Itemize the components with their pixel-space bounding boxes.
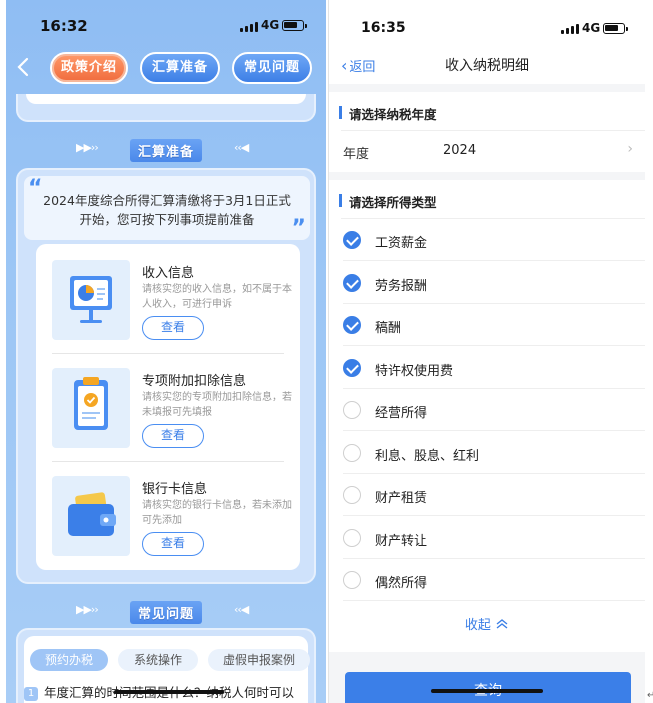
prep-item-name: 银行卡信息 xyxy=(142,482,208,497)
year-selector[interactable]: 年度 2024 › xyxy=(329,130,645,172)
prep-item-desc: 请核实您的专项附加扣除信息，若未填报可先填报 xyxy=(142,392,292,418)
income-type-option[interactable]: 特许权使用费 xyxy=(329,347,645,389)
income-type-option[interactable]: 稿酬 xyxy=(329,304,645,346)
income-type-section: 请选择所得类型 工资薪金劳务报酬稿酬特许权使用费 经营所得利息、股息、红利 财产租赁… xyxy=(329,180,645,652)
checked-circle-icon[interactable] xyxy=(343,316,361,334)
divider xyxy=(52,461,284,462)
income-type-label: 稿酬 xyxy=(375,321,402,336)
year-section: 请选择纳税年度 年度 2024 › xyxy=(329,92,645,172)
quote-close-icon: ” xyxy=(291,216,306,241)
divider xyxy=(343,600,645,601)
prep-item-desc: 请核实您的收入信息，如不属于本人收入，可进行申诉 xyxy=(142,284,292,310)
chart-board-icon xyxy=(52,260,130,340)
faq-tabs: 预约办税 系统操作 虚假申报案例 xyxy=(30,649,312,673)
right-phone-screen: 16:35 4G ‹ 返回 收入纳税明细 请选择纳税年度 年度 2024 › 请选… xyxy=(328,0,645,703)
tab-settlement-prep[interactable]: 汇算准备 xyxy=(140,52,220,84)
income-type-option[interactable]: 利息、股息、红利 xyxy=(329,432,645,474)
signal-icon xyxy=(240,22,258,32)
view-deduction-button[interactable]: 查看 xyxy=(142,424,204,448)
income-type-label: 财产租赁 xyxy=(375,491,428,506)
income-type-label: 特许权使用费 xyxy=(375,363,454,379)
status-icons: 4G xyxy=(329,0,645,44)
prep-item-desc: 请核实您的银行卡信息，若未添加可先添加 xyxy=(142,500,292,526)
home-indicator xyxy=(431,689,543,693)
income-type-option[interactable]: 经营所得 xyxy=(329,389,645,431)
status-time: 16:32 xyxy=(40,17,88,35)
prep-item-deduction: 专项附加扣除信息 请核实您的专项附加扣除信息，若未填报可先填报 查看 xyxy=(46,356,292,462)
income-type-label: 经营所得 xyxy=(375,406,428,421)
prep-intro-text: 2024年度综合所得汇算清缴将于3月1日正式开始，您可按下列事项提前准备 xyxy=(43,193,291,227)
income-type-label: 劳务报酬 xyxy=(375,278,428,294)
previous-section-frame xyxy=(16,94,316,122)
question-number-badge: 1 xyxy=(24,687,38,701)
page-title: 收入纳税明细 xyxy=(445,58,529,74)
collapse-label: 收起 xyxy=(464,618,491,633)
edge-mark: ↵ xyxy=(647,690,653,701)
faq-tab-false-declaration[interactable]: 虚假申报案例 xyxy=(208,649,310,671)
wallet-icon xyxy=(52,476,130,556)
section-title-prep-text: 汇算准备 xyxy=(129,139,203,162)
year-label: 年度 xyxy=(343,147,370,162)
checked-circle-icon[interactable] xyxy=(343,231,361,249)
prep-item-income: 收入信息 请核实您的收入信息，如不属于本人收入，可进行申诉 查看 xyxy=(46,248,292,354)
faq-tab-appointment[interactable]: 预约办税 xyxy=(30,649,108,671)
income-type-label: 偶然所得 xyxy=(375,576,428,591)
tab-faq[interactable]: 常见问题 xyxy=(232,52,312,84)
income-type-label: 利息、股息、红利 xyxy=(375,448,480,464)
unchecked-circle-icon[interactable] xyxy=(343,486,361,504)
prep-item-name: 专项附加扣除信息 xyxy=(142,374,247,389)
income-type-option[interactable]: 工资薪金 xyxy=(329,219,645,261)
divider xyxy=(52,353,284,354)
prep-item-bank-card: 银行卡信息 请核实您的银行卡信息，若未添加可先添加 查看 xyxy=(46,464,292,564)
view-bank-card-button[interactable]: 查看 xyxy=(142,532,204,556)
year-value: 2024 xyxy=(443,143,477,158)
income-type-option[interactable]: 财产租赁 xyxy=(329,474,645,516)
prep-items-card: 收入信息 请核实您的收入信息，如不属于本人收入，可进行申诉 查看 专项附加扣除信… xyxy=(36,244,300,570)
year-section-heading: 请选择纳税年度 xyxy=(339,104,437,123)
left-phone-screen: 16:32 4G 政策介绍 汇算准备 常见问题 ▶▶›› 汇算准备 ‹‹◀ “ … xyxy=(6,0,326,703)
income-type-option[interactable]: 财产转让 xyxy=(329,517,645,559)
view-income-button[interactable]: 查看 xyxy=(142,316,204,340)
clipboard-check-icon xyxy=(52,368,130,448)
unchecked-circle-icon[interactable] xyxy=(343,571,361,589)
income-type-option[interactable]: 偶然所得 xyxy=(329,559,645,601)
section-title-prep: ▶▶›› 汇算准备 ‹‹◀ xyxy=(6,139,326,162)
checked-circle-icon[interactable] xyxy=(343,273,361,292)
status-bar: 16:32 4G xyxy=(6,0,326,44)
prep-item-name: 收入信息 xyxy=(142,266,195,281)
collapse-button[interactable]: 收起 xyxy=(329,614,645,633)
section-title-faq: ▶▶›› 常见问题 ‹‹◀ xyxy=(6,601,326,624)
nav-bar: ‹ 返回 收入纳税明细 xyxy=(329,44,645,84)
faq-tab-system-operation[interactable]: 系统操作 xyxy=(118,649,198,671)
income-type-heading: 请选择所得类型 xyxy=(339,192,437,211)
screenshot-root: 16:32 4G 政策介绍 汇算准备 常见问题 ▶▶›› 汇算准备 ‹‹◀ “ … xyxy=(0,0,653,703)
tab-policy-intro[interactable]: 政策介绍 xyxy=(50,52,128,84)
unchecked-circle-icon[interactable] xyxy=(343,401,361,419)
battery-icon xyxy=(282,20,307,31)
status-bar: 16:35 4G xyxy=(329,0,645,44)
previous-section-card xyxy=(26,94,306,104)
double-chevron-right-icon: ▶▶›› xyxy=(76,141,99,154)
double-chevron-right-icon: ▶▶›› xyxy=(76,603,99,616)
unchecked-circle-icon[interactable] xyxy=(343,528,361,547)
income-type-label: 工资薪金 xyxy=(375,236,428,251)
chevron-right-icon: › xyxy=(627,141,633,157)
section-title-faq-text: 常见问题 xyxy=(129,601,203,624)
income-type-label: 财产转让 xyxy=(375,533,428,549)
chevron-up-icon xyxy=(495,618,509,633)
top-tab-nav: 政策介绍 汇算准备 常见问题 xyxy=(6,46,326,92)
signal-icon xyxy=(561,24,579,34)
double-chevron-left-icon: ‹‹◀ xyxy=(234,603,249,616)
battery-icon xyxy=(603,23,628,34)
network-type: 4G xyxy=(261,18,280,32)
network-type: 4G xyxy=(582,21,601,35)
query-button[interactable]: 查询 xyxy=(345,672,631,703)
double-chevron-left-icon: ‹‹◀ xyxy=(234,141,249,154)
unchecked-circle-icon[interactable] xyxy=(343,443,361,462)
chevron-left-icon[interactable] xyxy=(16,56,38,82)
prep-intro-box: “ 2024年度综合所得汇算清缴将于3月1日正式开始，您可按下列事项提前准备 ” xyxy=(24,176,310,240)
checked-circle-icon[interactable] xyxy=(343,358,361,377)
income-type-option[interactable]: 劳务报酬 xyxy=(329,262,645,304)
home-indicator xyxy=(114,690,224,694)
